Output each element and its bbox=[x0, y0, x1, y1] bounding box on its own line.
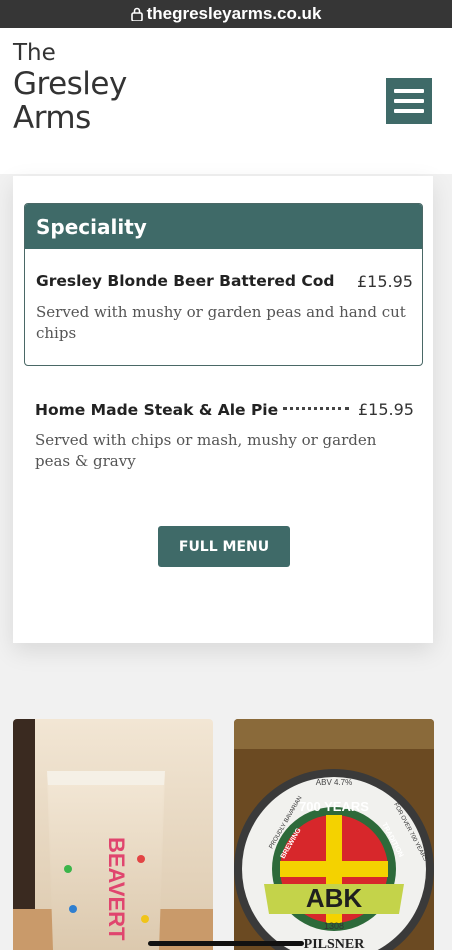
site-header: The Gresley Arms bbox=[0, 28, 452, 174]
logo-line-the: The bbox=[13, 40, 56, 66]
logo-line-arms: Arms bbox=[13, 100, 91, 136]
dish-name: Home Made Steak & Ale Pie bbox=[35, 401, 279, 419]
dish-price: £15.95 bbox=[357, 272, 413, 291]
speciality-box: Speciality Gresley Blonde Beer Battered … bbox=[24, 203, 423, 366]
dish-name: Gresley Blonde Beer Battered Cod bbox=[36, 272, 335, 290]
speciality-heading: Speciality bbox=[25, 204, 422, 249]
dish-description: Served with chips or mash, mushy or gard… bbox=[35, 431, 377, 470]
badge-main-text: ABK bbox=[306, 883, 363, 913]
beer-foam bbox=[47, 771, 165, 785]
decoration-dot bbox=[64, 865, 72, 873]
badge-years-text: 700 YEARS bbox=[299, 799, 369, 814]
decoration-dot bbox=[141, 915, 149, 923]
dish-description: Served with mushy or garden peas and han… bbox=[36, 303, 406, 342]
price-leader-dots bbox=[283, 406, 349, 410]
dish-price: £15.95 bbox=[358, 400, 414, 419]
decoration-dot bbox=[69, 905, 77, 913]
decoration-dot bbox=[137, 855, 145, 863]
hamburger-menu-icon[interactable] bbox=[386, 78, 432, 124]
site-logo[interactable]: The Gresley Arms bbox=[13, 42, 127, 137]
beer-glass-photo[interactable]: BEAVERT bbox=[13, 719, 213, 950]
badge-since-text: 1308 bbox=[324, 921, 344, 931]
lock-icon bbox=[130, 7, 143, 21]
badge-bottom-text: PILSNER bbox=[304, 937, 366, 950]
home-indicator[interactable] bbox=[148, 941, 304, 946]
hamburger-bar bbox=[394, 109, 424, 113]
hamburger-bar bbox=[394, 99, 424, 103]
logo-line-gresley: Gresley bbox=[13, 66, 127, 102]
abk-beer-badge-photo[interactable]: ABV 4.7% 700 YEARS ABK 1308 PILSNER PROU… bbox=[234, 719, 434, 950]
hamburger-bar bbox=[394, 89, 424, 93]
glass-text: BEAVERT bbox=[104, 837, 129, 941]
browser-url-bar[interactable]: thegresleyarms.co.uk bbox=[0, 0, 452, 28]
menu-card: Speciality Gresley Blonde Beer Battered … bbox=[13, 176, 433, 643]
browser-url-text: thegresleyarms.co.uk bbox=[146, 4, 322, 23]
full-menu-button[interactable]: FULL MENU bbox=[158, 526, 290, 567]
badge-abv-text: ABV 4.7% bbox=[316, 778, 352, 787]
